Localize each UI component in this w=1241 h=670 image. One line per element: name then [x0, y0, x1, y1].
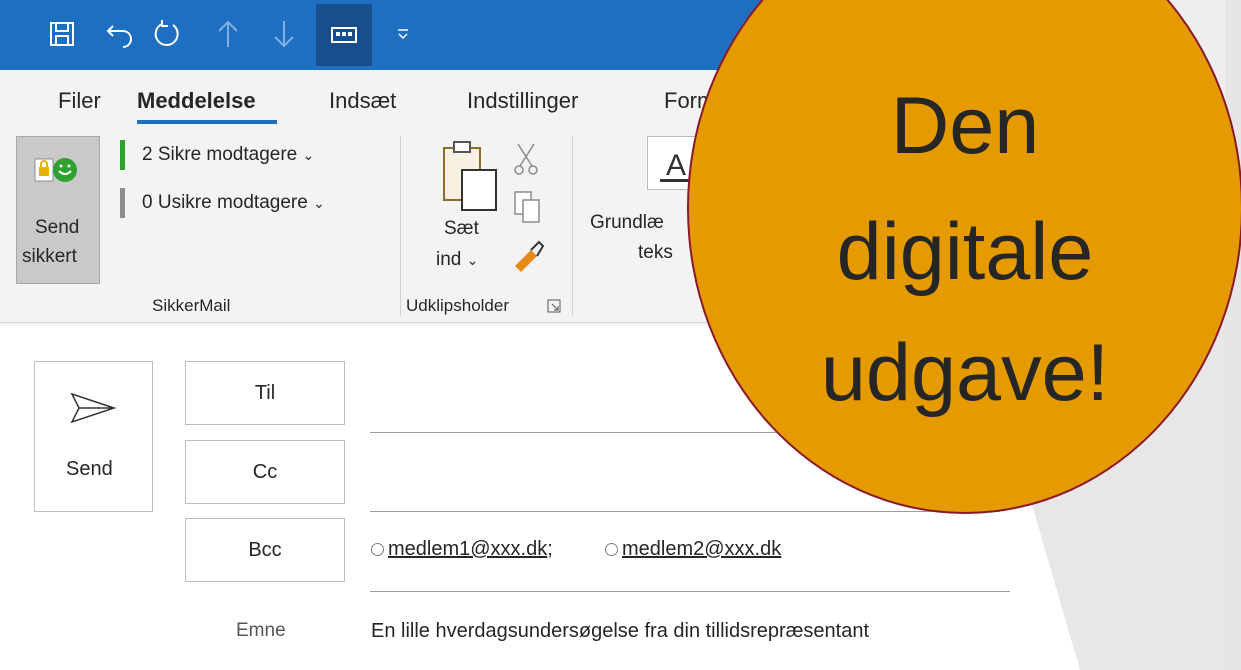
send-icon	[70, 392, 117, 424]
unsafe-recipients-dropdown[interactable]: 0 Usikre modtagere ⌄	[142, 192, 325, 214]
send-secure-label-2: sikkert	[22, 246, 77, 267]
keyboard-icon[interactable]	[316, 4, 372, 66]
send-secure-label-1: Send	[35, 217, 80, 238]
chevron-down-icon: ⌄	[466, 252, 479, 268]
bcc-recipient-1[interactable]: medlem1@xxx.dk;	[371, 538, 553, 561]
group-separator	[572, 136, 573, 316]
presence-icon	[371, 543, 384, 557]
paste-label-1: Sæt	[444, 218, 479, 239]
recipient-link[interactable]: medlem1@xxx.dk	[388, 538, 547, 560]
tab-meddelelse[interactable]: Meddelelse	[137, 88, 256, 114]
undo-icon[interactable]	[100, 12, 140, 56]
to-button[interactable]: Til	[185, 361, 345, 425]
redo-icon[interactable]	[148, 12, 188, 56]
group-label-clipboard: Udklipsholder	[406, 296, 509, 315]
tab-indstillinger[interactable]: Indstillinger	[467, 88, 578, 114]
cut-icon[interactable]	[512, 142, 540, 176]
active-tab-indicator	[137, 120, 277, 124]
recipient-link[interactable]: medlem2@xxx.dk	[622, 538, 781, 560]
dialog-launcher-icon[interactable]	[547, 299, 561, 313]
tab-filer[interactable]: Filer	[58, 88, 101, 114]
cc-label: Cc	[252, 460, 278, 483]
bcc-label: Bcc	[248, 538, 282, 561]
secure-mail-icon	[33, 155, 83, 185]
safe-recipients-dropdown[interactable]: 2 Sikre modtagere ⌄	[142, 144, 314, 166]
paste-dropdown[interactable]: ind ⌄	[436, 249, 478, 271]
send-label: Send	[66, 458, 113, 480]
to-label: Til	[254, 381, 276, 404]
cc-field[interactable]	[370, 511, 1000, 512]
down-arrow-icon[interactable]	[264, 12, 304, 56]
send-button[interactable]	[34, 361, 153, 512]
safe-indicator	[120, 140, 125, 170]
bcc-field[interactable]	[370, 591, 1010, 592]
bcc-recipient-2[interactable]: medlem2@xxx.dk	[605, 538, 781, 561]
subject-field[interactable]: En lille hverdagsundersøgelse fra din ti…	[371, 620, 869, 643]
tab-indsaet[interactable]: Indsæt	[329, 88, 396, 114]
basic-text-label-1: Grundlæ	[590, 212, 664, 233]
group-separator	[400, 136, 401, 316]
badge-line-1: Den	[890, 81, 1040, 171]
presence-icon	[605, 543, 618, 557]
badge-line-2: digitale	[836, 207, 1094, 297]
paste-label-2: ind	[436, 249, 462, 270]
up-arrow-icon[interactable]	[208, 12, 248, 56]
subject-label: Emne	[236, 620, 286, 641]
bcc-button[interactable]: Bcc	[185, 518, 345, 582]
basic-text-label-2: teks	[638, 242, 673, 263]
svg-text:A: A	[666, 149, 686, 182]
group-label-sikkermail: SikkerMail	[152, 296, 231, 315]
unsafe-indicator	[120, 188, 125, 218]
cc-button[interactable]: Cc	[185, 440, 345, 504]
safe-recipients-label: 2 Sikre modtagere	[142, 144, 298, 165]
chevron-down-icon: ⌄	[302, 147, 315, 163]
chevron-down-icon: ⌄	[313, 195, 325, 211]
badge-line-3: udgave!	[820, 328, 1110, 418]
copy-icon[interactable]	[513, 190, 543, 224]
paste-icon[interactable]	[440, 140, 500, 212]
unsafe-recipients-label: 0 Usikre modtagere	[142, 192, 308, 213]
format-painter-icon[interactable]	[511, 240, 545, 274]
save-icon[interactable]	[42, 12, 82, 56]
customize-qat-icon[interactable]	[383, 12, 423, 56]
